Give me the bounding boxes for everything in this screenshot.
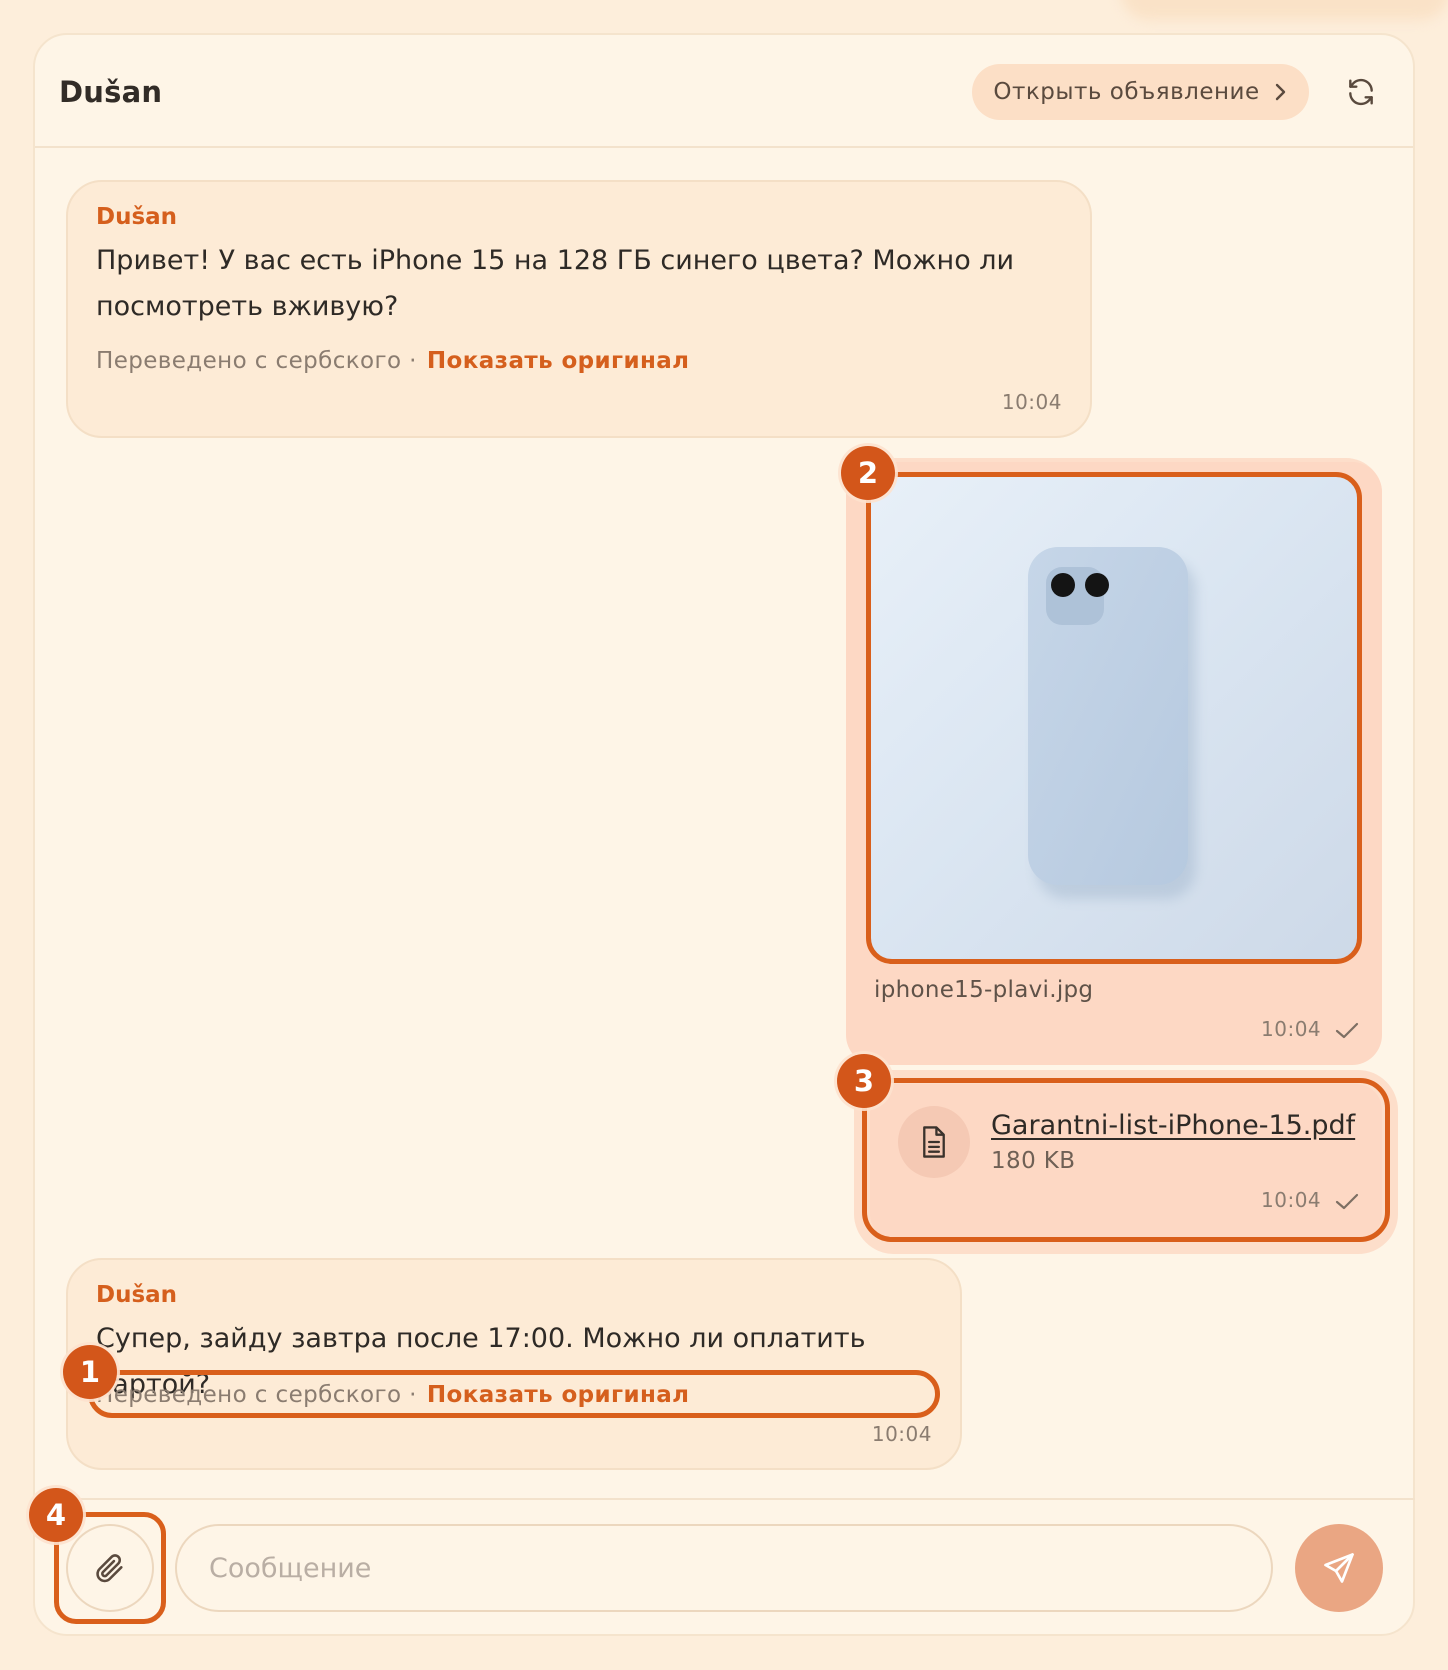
message-text-line: Привет! У вас есть iPhone 15 на 128 ГБ с… <box>96 245 1015 276</box>
background-glow <box>1120 0 1448 20</box>
incoming-message: Dušan Супер, зайду завтра после 17:00. М… <box>66 1258 962 1470</box>
file-icon-wrapper <box>898 1106 970 1178</box>
show-original-link[interactable]: Показать оригинал <box>427 348 690 374</box>
open-listing-label: Открыть объявление <box>993 79 1260 105</box>
message-time: 10:04 <box>1261 1188 1322 1212</box>
composer-divider <box>33 1498 1415 1500</box>
attach-button[interactable] <box>66 1524 154 1612</box>
show-original-link[interactable]: Показать оригинал <box>427 1382 690 1408</box>
annotation-badge-1: 1 <box>63 1345 117 1399</box>
message-time: 10:04 <box>871 1422 932 1446</box>
translation-note: Переведено с сербского · Показать оригина… <box>96 348 689 374</box>
open-listing-button[interactable]: Открыть объявление <box>972 64 1309 120</box>
message-time: 10:04 <box>1261 1017 1322 1041</box>
translation-note: Переведено с сербского · Показать оригина… <box>96 1382 689 1408</box>
message-time-row: 10:04 <box>1261 1188 1359 1212</box>
annotation-badge-4: 4 <box>29 1488 83 1542</box>
file-link[interactable]: Garantni-list-iPhone-15.pdf <box>991 1110 1355 1141</box>
send-icon <box>1324 1553 1354 1583</box>
file-size: 180 KB <box>991 1148 1076 1174</box>
refresh-button[interactable] <box>1342 73 1380 111</box>
chat-header: Dušan Открыть объявление <box>35 35 1413 148</box>
message-sender: Dušan <box>96 1282 178 1308</box>
paperclip-icon <box>96 1554 123 1583</box>
refresh-icon <box>1349 78 1373 106</box>
translated-label: Переведено с сербского · <box>96 1382 417 1408</box>
annotation-badge-3: 3 <box>837 1054 891 1108</box>
chevron-right-icon <box>1275 83 1285 101</box>
incoming-message: Dušan Привет! У вас есть iPhone 15 на 12… <box>66 180 1092 438</box>
message-sender: Dušan <box>96 204 178 230</box>
message-time: 10:04 <box>1001 390 1062 414</box>
phone-image <box>1028 547 1196 899</box>
translated-label: Переведено с сербского · <box>96 348 417 374</box>
image-file-name: iphone15-plavi.jpg <box>874 977 1094 1003</box>
message-input[interactable] <box>175 1524 1273 1612</box>
check-icon <box>1336 1193 1359 1209</box>
document-icon <box>923 1126 945 1158</box>
contact-name: Dušan <box>59 75 163 109</box>
message-text-line: посмотреть вживую? <box>96 291 399 322</box>
send-button[interactable] <box>1295 1524 1383 1612</box>
message-time-row: 10:04 <box>1261 1017 1359 1041</box>
annotation-badge-2: 2 <box>841 446 895 500</box>
phone-photo[interactable] <box>870 477 1358 959</box>
check-icon <box>1336 1022 1359 1038</box>
